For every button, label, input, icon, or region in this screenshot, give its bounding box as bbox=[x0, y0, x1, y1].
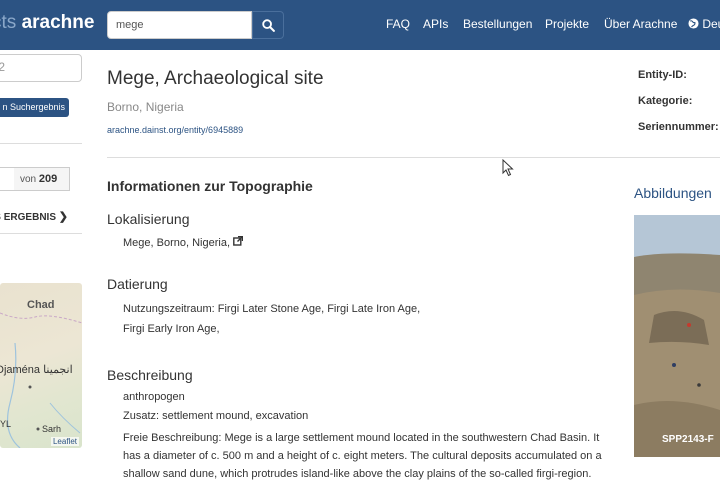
map-country-label: Chad bbox=[27, 299, 55, 311]
seriennummer-label: Seriennummer: bbox=[638, 121, 719, 133]
excavation-photo[interactable] bbox=[634, 215, 720, 457]
brand-prefix: cts bbox=[0, 12, 17, 33]
nav-faq[interactable]: FAQ bbox=[386, 17, 410, 31]
beschreibung-heading: Beschreibung bbox=[107, 367, 193, 383]
beschreibung-paragraph: Freie Beschreibung: Mege is a large sett… bbox=[123, 432, 602, 480]
nav-projekte[interactable]: Projekte bbox=[545, 17, 589, 31]
search-button[interactable] bbox=[252, 11, 284, 39]
entity-permalink[interactable]: arachne.dainst.org/entity/6945889 bbox=[107, 125, 243, 135]
lokalisierung-value: Mege, Borno, Nigeria, bbox=[123, 235, 244, 249]
datierung-heading: Datierung bbox=[107, 276, 168, 292]
photo-caption: SPP2143-F bbox=[662, 434, 714, 445]
next-result-label: ES ERGEBNIS bbox=[0, 212, 56, 223]
map-place-label: YL bbox=[0, 419, 12, 429]
page-subtitle: Borno, Nigeria bbox=[107, 100, 184, 114]
back-to-results-button[interactable]: n Suchergebnis bbox=[0, 98, 69, 117]
brand-logo[interactable]: cts arachne bbox=[0, 12, 94, 34]
lokalisierung-heading: Lokalisierung bbox=[107, 211, 190, 227]
nav-bestellungen[interactable]: Bestellungen bbox=[463, 17, 532, 31]
abbildungen-heading: Abbildungen bbox=[634, 185, 712, 201]
search-icon bbox=[261, 18, 275, 32]
nav-ueber-arachne[interactable]: Über Arachne bbox=[604, 17, 677, 31]
nav-language-label: Deu bbox=[702, 17, 720, 31]
datierung-line: Firgi Early Iron Age, bbox=[123, 323, 220, 335]
sidebar-search-placeholder: 2 bbox=[0, 60, 5, 74]
lokalisierung-text: Mege, Borno, Nigeria, bbox=[123, 237, 230, 249]
topography-section-title: Informationen zur Topographie bbox=[107, 178, 313, 194]
nav-apis[interactable]: APIs bbox=[423, 17, 448, 31]
pager-of-label: von bbox=[20, 174, 37, 185]
external-link-icon[interactable] bbox=[233, 235, 244, 246]
kategorie-label: Kategorie: bbox=[638, 95, 693, 107]
location-map[interactable]: Chad Djaména انجمينا YL Sarh Leaflet bbox=[0, 283, 82, 448]
brand-name: arachne bbox=[21, 12, 95, 33]
sidebar-divider bbox=[0, 233, 82, 234]
pager-total-value: 209 bbox=[38, 173, 58, 185]
globe-icon bbox=[688, 18, 699, 29]
page-title: Mege, Archaeological site bbox=[107, 68, 324, 89]
pager-total: von 209 bbox=[14, 167, 70, 191]
map-place-label: Sarh bbox=[42, 424, 62, 434]
search-input[interactable] bbox=[107, 11, 252, 39]
leaflet-attribution-link[interactable]: Leaflet bbox=[50, 437, 79, 446]
nav-language[interactable]: Deu bbox=[688, 17, 720, 31]
sidebar-divider bbox=[0, 143, 82, 144]
content-divider bbox=[107, 157, 720, 158]
chevron-right-icon: ❯ bbox=[58, 211, 68, 223]
mouse-cursor-icon bbox=[502, 159, 514, 177]
entity-id-label: Entity-ID: bbox=[638, 69, 687, 81]
datierung-line: Nutzungszeitraum: Firgi Later Stone Age,… bbox=[123, 303, 421, 315]
beschreibung-line: anthropogen bbox=[123, 391, 185, 403]
sidebar-search-input[interactable]: 2 bbox=[0, 54, 82, 82]
next-result-link[interactable]: ES ERGEBNIS ❯ bbox=[0, 210, 68, 223]
search-group bbox=[107, 11, 284, 39]
beschreibung-line: Zusatz: settlement mound, excavation bbox=[123, 410, 309, 422]
top-navbar: cts arachne FAQ APIs Bestellungen Projek… bbox=[0, 0, 720, 50]
photo-scene bbox=[634, 215, 720, 457]
map-city-label: Djaména انجمينا bbox=[0, 364, 73, 376]
